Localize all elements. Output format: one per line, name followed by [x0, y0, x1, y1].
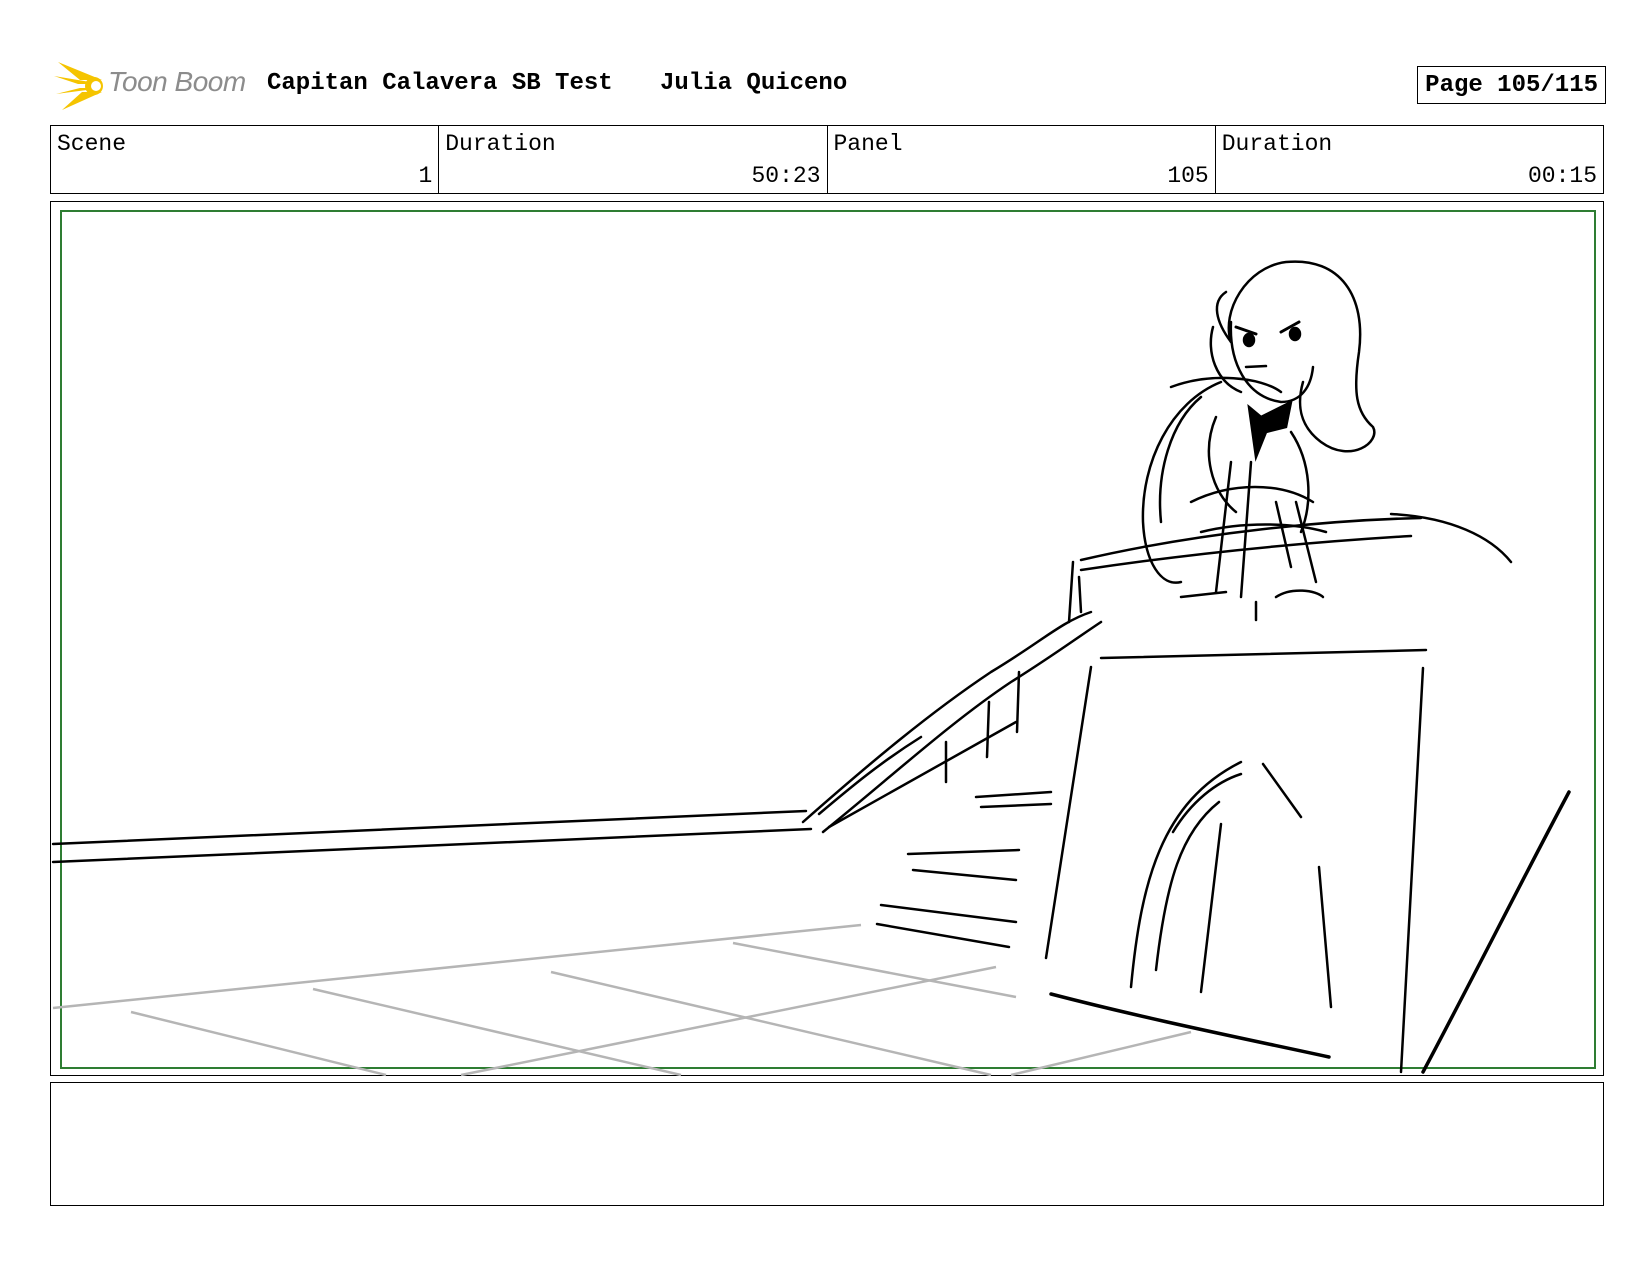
safe-area-frame	[60, 210, 1596, 1069]
logo-text: Toon Boom	[108, 66, 246, 97]
scene-duration-label: Duration	[445, 131, 556, 157]
panel-label: Panel	[833, 131, 903, 157]
page-header: Toon Boom Capitan Calavera SB Test Julia…	[52, 58, 1606, 114]
toon-boom-logo: Toon Boom	[52, 58, 252, 114]
panel-cell: Panel 105	[828, 126, 1216, 193]
author-name: Julia Quiceno	[660, 70, 848, 97]
panel-info-table: Scene 1 Duration 50:23 Panel 105 Duratio…	[50, 125, 1604, 194]
scene-cell: Scene 1	[51, 126, 440, 193]
wall-lines	[51, 512, 1571, 1074]
scene-duration-cell: Duration 50:23	[439, 126, 828, 193]
panel-value: 105	[1167, 163, 1209, 189]
character-sketch	[1141, 260, 1376, 622]
panel-notes-box	[50, 1082, 1604, 1206]
starburst-icon	[54, 62, 103, 110]
panel-sketch	[51, 210, 1596, 1077]
panel-duration-value: 00:15	[1527, 163, 1597, 189]
scene-label: Scene	[57, 131, 127, 157]
scene-duration-value: 50:23	[751, 163, 821, 189]
panel-duration-cell: Duration 00:15	[1216, 126, 1603, 193]
panel-duration-label: Duration	[1221, 131, 1333, 157]
page-number: Page 105/115	[1417, 66, 1606, 104]
storyboard-frame	[50, 201, 1604, 1077]
project-title: Capitan Calavera SB Test	[267, 70, 613, 97]
floor-guides	[52, 923, 1192, 1077]
scene-value: 1	[418, 163, 433, 189]
